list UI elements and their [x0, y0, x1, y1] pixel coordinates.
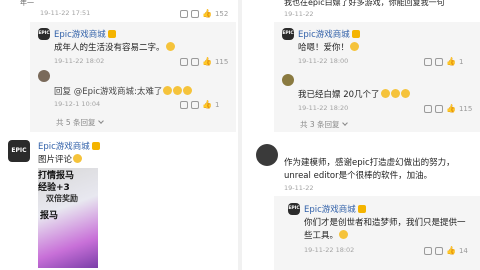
vip-badge-icon [357, 205, 366, 213]
chevron-down-icon [97, 118, 104, 124]
comment-icon[interactable] [435, 246, 443, 255]
author-name[interactable]: Epic游戏商城 [298, 30, 350, 40]
share-icon[interactable] [424, 246, 432, 255]
comment-text-line-1: 作为建模师，感谢epic打造虚幻做出的努力， [284, 158, 455, 168]
comment-time: 19-11-22 [284, 184, 314, 192]
column-divider [238, 0, 242, 270]
comment-text-content: 图片评论 [38, 155, 73, 165]
comment-text: 图片评论 [38, 153, 83, 165]
like-count: 1 [458, 57, 464, 66]
emoji-icon [380, 89, 390, 98]
comment-text-line-2: unreal editor是个很棒的软件，加油。 [284, 171, 433, 181]
reply-text: 回复 @Epic游戏商城:太难了 [54, 85, 193, 97]
reply-time: 19-12-1 10:04 [54, 100, 101, 108]
reply-text-content: 些工具。 [304, 231, 339, 241]
user-avatar[interactable] [282, 74, 294, 86]
emoji-icon [400, 89, 410, 98]
reply-actions: 👍 1 [180, 100, 219, 109]
reply-actions: 👍 14 [424, 246, 468, 255]
like-count: 152 [214, 9, 229, 18]
more-replies-label[interactable]: 共 3 条回复 [300, 120, 340, 129]
reply-actions: 👍 115 [424, 104, 472, 113]
reply-text-line-1: 你们才是创世者和造梦师，我们只是提供一 [304, 218, 466, 228]
reply-text-content: 回复 @Epic游戏商城:太难了 [54, 87, 163, 97]
comment-author[interactable]: Epic游戏商城 [38, 140, 100, 152]
more-replies-link[interactable]: 共 5 条回复 [56, 117, 104, 128]
top-comment-text: 我也在epic白嫖了好多游戏，你能回复我一句 [284, 0, 445, 7]
author-name[interactable]: Epic游戏商城 [304, 205, 356, 215]
emoji-icon [163, 86, 173, 95]
reply-author[interactable]: Epic游戏商城 [54, 28, 116, 40]
epic-avatar[interactable]: EPIC [282, 28, 294, 40]
photo-caption-2: 经验+3 [38, 183, 70, 193]
author-name[interactable]: Epic游戏商城 [38, 142, 90, 152]
left-comment-column: 19-11-22 17:51 年一 👍 152 EPIC Epic游戏商城 成年… [0, 0, 236, 270]
share-icon[interactable] [424, 104, 432, 113]
share-icon[interactable] [424, 57, 432, 66]
like-icon[interactable]: 👍 [202, 9, 212, 18]
epic-avatar[interactable]: EPIC [38, 28, 50, 40]
reply-text: 哈嗯！爱你！ [298, 41, 360, 53]
user-avatar[interactable] [38, 70, 50, 82]
more-replies-link[interactable]: 共 3 条回复 [300, 119, 348, 130]
reply-actions: 👍 1 [424, 57, 463, 66]
emoji-icon [390, 89, 400, 98]
top-comment-time: 19-11-22 [284, 10, 314, 18]
emoji-icon [73, 154, 83, 163]
emoji-icon [173, 86, 183, 95]
emoji-icon [350, 42, 360, 51]
share-icon[interactable] [180, 100, 188, 109]
author-name[interactable]: Epic游戏商城 [54, 30, 106, 40]
top-comment-time: 19-11-22 17:51 [40, 9, 91, 17]
comment-icon[interactable] [435, 104, 443, 113]
emoji-icon [183, 86, 193, 95]
comment-icon[interactable] [191, 9, 199, 18]
user-avatar[interactable] [256, 144, 278, 166]
vip-badge-icon [91, 142, 100, 150]
reply-time: 19-11-22 18:20 [298, 104, 349, 112]
vip-badge-icon [351, 30, 360, 38]
reply-text-line-2: 些工具。 [304, 229, 349, 241]
emoji-icon [165, 42, 175, 51]
reply-text-content: 成年人的生活没有容易二字。 [54, 43, 165, 53]
reply-text-content: 哈嗯！爱你！ [298, 43, 350, 53]
like-count: 1 [214, 100, 220, 109]
share-icon[interactable] [180, 57, 188, 66]
top-comment-snippet: 年一 [20, 0, 34, 7]
like-icon[interactable]: 👍 [446, 104, 456, 113]
comment-icon[interactable] [191, 100, 199, 109]
reply-text-content: 我已经白嫖 20几个了 [298, 90, 380, 100]
right-comment-column: 我也在epic白嫖了好多游戏，你能回复我一句 19-11-22 EPIC Epi… [244, 0, 480, 270]
reply-time: 19-11-22 18:02 [54, 57, 105, 65]
like-count: 14 [458, 246, 468, 255]
more-replies-label[interactable]: 共 5 条回复 [56, 118, 96, 127]
emoji-icon [339, 230, 349, 239]
reply-time: 19-11-22 18:02 [304, 246, 355, 254]
photo-caption-3: 双倍奖励 [46, 194, 78, 203]
share-icon[interactable] [180, 9, 188, 18]
chevron-down-icon [341, 120, 348, 126]
vip-badge-icon [107, 30, 116, 38]
epic-avatar[interactable]: EPIC [8, 140, 30, 162]
reply-time: 19-11-22 18:00 [298, 57, 349, 65]
comment-icon[interactable] [435, 57, 443, 66]
top-comment-actions: 👍 152 [180, 9, 228, 18]
like-count: 115 [458, 104, 473, 113]
epic-avatar[interactable]: EPIC [288, 203, 300, 215]
reply-author[interactable]: Epic游戏商城 [298, 28, 360, 40]
like-icon[interactable]: 👍 [202, 100, 212, 109]
comment-icon[interactable] [191, 57, 199, 66]
like-icon[interactable]: 👍 [446, 57, 456, 66]
reply-text: 我已经白嫖 20几个了 [298, 88, 410, 100]
photo-caption-4: 报马 [40, 211, 59, 221]
like-icon[interactable]: 👍 [446, 246, 456, 255]
reply-author[interactable]: Epic游戏商城 [304, 203, 366, 215]
like-icon[interactable]: 👍 [202, 57, 212, 66]
reply-text: 成年人的生活没有容易二字。 [54, 41, 175, 53]
reply-actions: 👍 115 [180, 57, 228, 66]
like-count: 115 [214, 57, 229, 66]
